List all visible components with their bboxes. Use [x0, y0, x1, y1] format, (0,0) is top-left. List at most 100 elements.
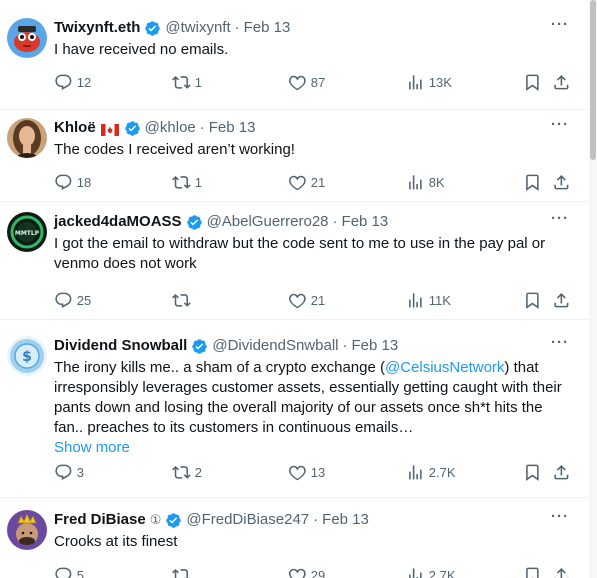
views-button[interactable]: 11K	[406, 291, 451, 310]
views-chart-icon	[409, 293, 422, 308]
red-crab-avatar[interactable]	[7, 18, 47, 58]
avatar-text: MMTLP	[15, 230, 40, 237]
green-badge-avatar[interactable]: MMTLP	[7, 212, 47, 252]
tweet-text: I got the email to withdraw but the code…	[54, 235, 546, 272]
separator-dot: ·	[342, 337, 348, 354]
reply-button[interactable]: 5	[54, 566, 84, 578]
more-options-icon[interactable]: ···	[551, 116, 569, 133]
bookmark-button[interactable]	[523, 73, 542, 92]
tweet[interactable]: Twixynft.eth @twixynft · Feb 13 ··· I ha…	[0, 0, 589, 110]
extra-badge-icon: ①	[149, 512, 162, 527]
retweet-button[interactable]: 1	[172, 73, 202, 92]
tweet[interactable]: $ Dividend Snowball @DividendSnwball · F…	[0, 320, 589, 498]
reply-count: 12	[76, 74, 92, 90]
views-count: 2.7K	[428, 464, 456, 480]
author-handle[interactable]: @AbelGuerrero28	[207, 212, 329, 232]
crowned-man-avatar[interactable]	[7, 510, 47, 550]
tweet-date[interactable]: Feb 13	[209, 118, 256, 138]
like-button[interactable]: 21	[288, 173, 325, 192]
author-handle[interactable]: @khloe	[145, 118, 196, 138]
share-icon	[554, 465, 569, 480]
author-name[interactable]: Khloë	[54, 118, 96, 138]
views-chart-icon	[409, 465, 422, 480]
show-more-link[interactable]: Show more	[54, 438, 573, 458]
tweet[interactable]: Fred DiBiase ① @FredDiBiase247 · Feb 13 …	[0, 498, 589, 578]
svg-text:$: $	[22, 349, 32, 365]
like-button[interactable]: 29	[288, 566, 325, 578]
bookmark-icon	[526, 567, 539, 578]
bookmark-button[interactable]	[523, 566, 542, 578]
author-handle[interactable]: @twixynft	[165, 18, 230, 38]
share-button[interactable]	[552, 173, 571, 192]
separator-dot: ·	[199, 119, 205, 136]
reply-icon	[55, 292, 72, 308]
reply-button[interactable]: 12	[54, 73, 91, 92]
reply-count: 5	[76, 567, 84, 578]
views-button[interactable]: 2.7K	[406, 463, 456, 482]
share-icon	[554, 293, 569, 308]
verified-badge-icon[interactable]	[191, 338, 208, 355]
share-button[interactable]	[552, 566, 571, 578]
more-options-icon[interactable]: ···	[551, 210, 569, 227]
share-button[interactable]	[552, 291, 571, 310]
views-button[interactable]: 13K	[406, 73, 452, 92]
share-button[interactable]	[552, 463, 571, 482]
reply-button[interactable]: 3	[54, 463, 84, 482]
like-count: 13	[310, 464, 326, 480]
views-button[interactable]: 2.7K	[406, 566, 456, 578]
author-handle[interactable]: @DividendSnwball	[212, 336, 338, 356]
scrollbar[interactable]	[589, 0, 597, 578]
retweet-button[interactable]	[172, 291, 195, 310]
tweet-text: The irony kills me.. a sham of a crypto …	[54, 358, 573, 458]
heart-icon	[289, 175, 306, 191]
author-name[interactable]: Twixynft.eth	[54, 18, 140, 38]
bookmark-button[interactable]	[523, 173, 542, 192]
like-count: 87	[310, 74, 326, 90]
views-chart-icon	[409, 568, 422, 578]
scrollbar-thumb[interactable]	[590, 0, 596, 160]
views-button[interactable]: 8K	[406, 173, 445, 192]
mention-link[interactable]: @CelsiusNetwork	[385, 359, 504, 376]
author-name[interactable]: jacked4daMOASS	[54, 212, 182, 232]
dollar-snowball-avatar[interactable]: $	[7, 336, 47, 376]
tweet[interactable]: MMTLP jacked4daMOASS @AbelGuerrero28 · F…	[0, 202, 589, 320]
like-button[interactable]: 21	[288, 291, 325, 310]
more-options-icon[interactable]: ···	[551, 16, 569, 33]
retweet-button[interactable]: 1	[172, 173, 202, 192]
tweet[interactable]: Khloë @khloe · Feb 13 ··· The codes I re…	[0, 110, 589, 202]
author-name[interactable]: Fred DiBiase	[54, 510, 146, 530]
retweet-button[interactable]	[172, 566, 195, 578]
verified-badge-icon[interactable]	[124, 120, 141, 137]
tweet-actions: 5 29 2.7K	[54, 566, 573, 578]
verified-badge-icon[interactable]	[165, 512, 182, 529]
more-options-icon[interactable]: ···	[551, 334, 569, 351]
separator-dot: ·	[313, 511, 319, 528]
tweet-date[interactable]: Feb 13	[351, 336, 398, 356]
like-count: 21	[310, 174, 326, 190]
verified-badge-icon[interactable]	[186, 214, 203, 231]
views-count: 2.7K	[428, 567, 456, 578]
tweet-date[interactable]: Feb 13	[322, 510, 369, 530]
retweet-button[interactable]: 2	[172, 463, 202, 482]
tweet-actions: 3 2 13 2.7K	[54, 463, 573, 483]
bookmark-button[interactable]	[523, 463, 542, 482]
bookmark-icon	[526, 464, 539, 481]
reply-icon	[55, 567, 72, 578]
tweet-date[interactable]: Feb 13	[342, 212, 389, 232]
like-button[interactable]: 13	[288, 463, 325, 482]
retweet-count: 2	[194, 464, 202, 480]
tweet-date[interactable]: Feb 13	[244, 18, 291, 38]
views-chart-icon	[409, 75, 422, 90]
author-handle[interactable]: @FredDiBiase247	[186, 510, 309, 530]
author-name[interactable]: Dividend Snowball	[54, 336, 187, 356]
tweet-text: Crooks at its finest	[54, 533, 178, 550]
more-options-icon[interactable]: ···	[551, 508, 569, 525]
reply-button[interactable]: 25	[54, 291, 91, 310]
share-button[interactable]	[552, 73, 571, 92]
bookmark-button[interactable]	[523, 291, 542, 310]
like-button[interactable]: 87	[288, 73, 325, 92]
woman-portrait-avatar[interactable]	[7, 118, 47, 158]
reply-button[interactable]: 18	[54, 173, 91, 192]
verified-badge-icon[interactable]	[144, 20, 161, 37]
like-count: 29	[310, 567, 326, 578]
